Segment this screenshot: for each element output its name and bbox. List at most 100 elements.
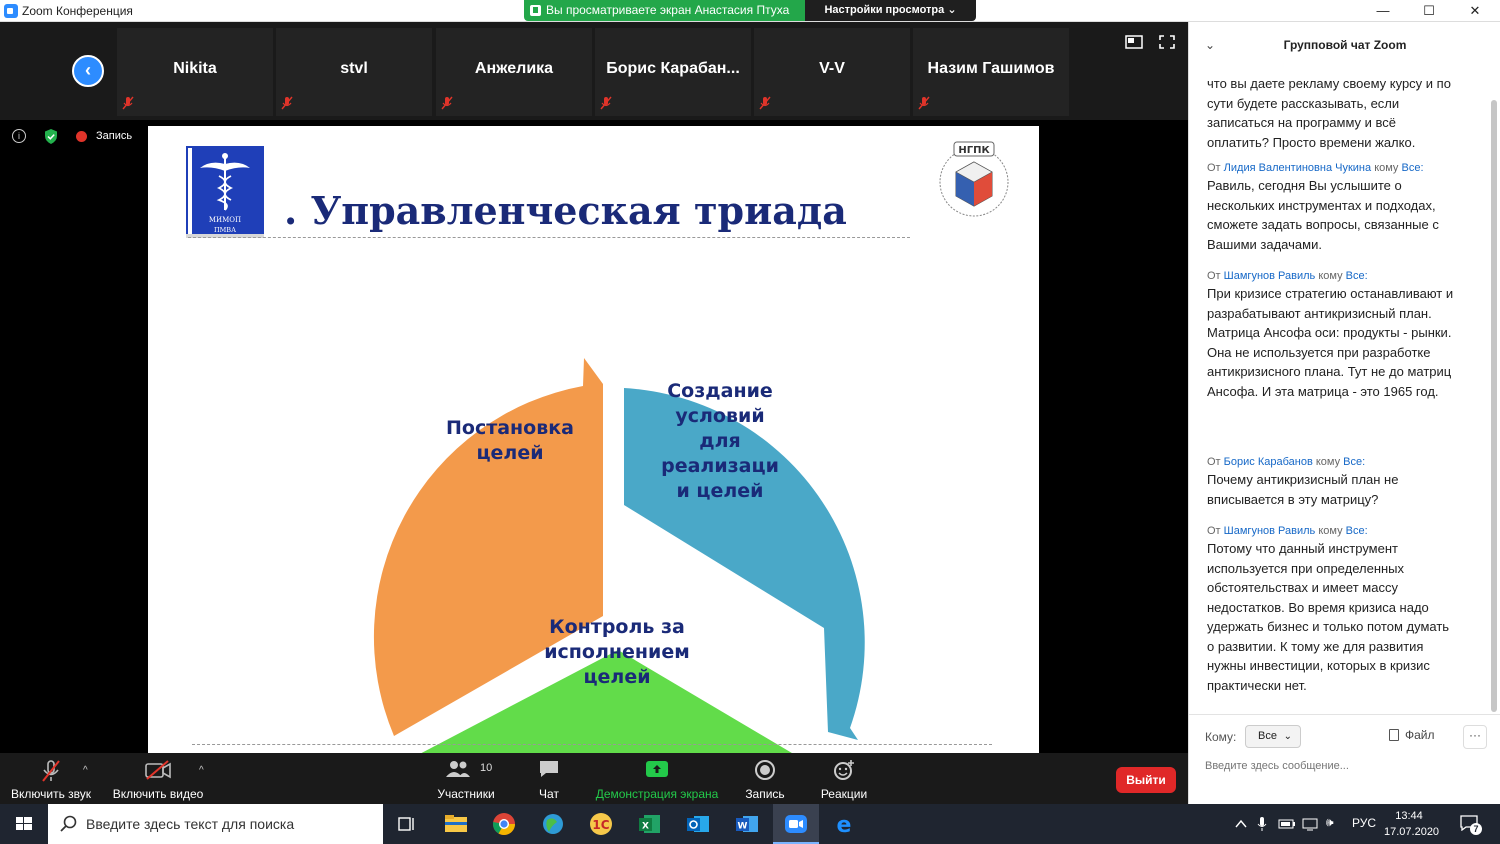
- participant-name: Борис Карабан...: [606, 60, 740, 77]
- taskbar-search-box[interactable]: Введите здесь текст для поиска: [48, 804, 383, 844]
- file-icon: [1389, 729, 1399, 741]
- windows-taskbar: Введите здесь текст для поиска 1С X W e …: [0, 804, 1500, 844]
- viewing-text: Вы просматриваете экран Анастасия Птуха: [546, 3, 790, 17]
- participant-tile[interactable]: Назим Гашимов: [913, 28, 1069, 116]
- blue-label-line-5: и целей: [676, 480, 764, 502]
- chat-label: Чат: [539, 787, 559, 801]
- minimize-button[interactable]: —: [1360, 2, 1406, 20]
- slide-title: . Управленческая триада: [284, 188, 847, 233]
- outlook-icon[interactable]: [682, 808, 714, 840]
- leave-meeting-button[interactable]: Выйти: [1116, 767, 1176, 793]
- windows-start-icon[interactable]: [0, 804, 48, 844]
- muted-mic-icon: [281, 96, 293, 110]
- audio-options-caret[interactable]: ^: [83, 765, 88, 776]
- edge-icon[interactable]: e: [828, 808, 860, 840]
- message-recipient[interactable]: Все:: [1343, 456, 1365, 468]
- participant-tile[interactable]: Анжелика: [436, 28, 592, 116]
- orange-label-line-1: Постановка: [446, 417, 574, 439]
- participant-tile[interactable]: V-V: [754, 28, 910, 116]
- participants-button[interactable]: 10 Участники: [430, 753, 502, 804]
- shield-icon[interactable]: [44, 129, 58, 144]
- chat-icon: [540, 761, 558, 777]
- battery-icon[interactable]: [1278, 818, 1296, 830]
- message-sender[interactable]: Борис Карабанов: [1224, 456, 1313, 468]
- maximize-button[interactable]: ☐: [1406, 2, 1452, 20]
- file-label: Файл: [1405, 728, 1435, 742]
- zoom-taskbar-button[interactable]: [773, 804, 819, 844]
- taskbar-clock[interactable]: 13:44 17.07.2020: [1384, 808, 1440, 840]
- chrome-icon[interactable]: [488, 808, 520, 840]
- blue-label-line-4: реализаци: [661, 455, 779, 477]
- message-text: Почему антикризисный план не вписывается…: [1207, 472, 1399, 507]
- chat-message-list: что вы даете рекламу своему курсу и по с…: [1189, 72, 1489, 722]
- taskbar-search-placeholder: Введите здесь текст для поиска: [86, 816, 295, 832]
- green-label-line-2: исполнением: [544, 641, 690, 663]
- 1c-app-icon[interactable]: 1С: [585, 808, 617, 840]
- clock-date: 17.07.2020: [1384, 826, 1440, 838]
- message-recipient[interactable]: Все:: [1346, 525, 1368, 537]
- excel-icon[interactable]: X: [634, 808, 666, 840]
- reactions-button[interactable]: Реакции: [808, 753, 880, 804]
- orange-label-line-2: целей: [476, 442, 544, 464]
- search-icon: [60, 815, 77, 832]
- chat-message: От Лидия Валентиновна Чукина кому Все: Р…: [1207, 162, 1457, 254]
- task-view-icon[interactable]: [390, 808, 422, 840]
- info-icon[interactable]: i: [12, 129, 26, 143]
- chat-header: ⌄ Групповой чат Zoom: [1189, 22, 1500, 66]
- from-prefix: От: [1207, 525, 1221, 537]
- previous-page-button[interactable]: ‹: [72, 55, 104, 87]
- message-sender[interactable]: Шамгунов Равиль: [1224, 525, 1316, 537]
- unmute-button[interactable]: Включить звук: [0, 753, 102, 804]
- clock-time: 13:44: [1395, 810, 1423, 822]
- video-off-icon: [145, 760, 171, 780]
- share-screen-button[interactable]: Демонстрация экрана: [592, 753, 722, 804]
- more-options-button[interactable]: ···: [1463, 725, 1487, 749]
- participant-tile[interactable]: stvl: [276, 28, 432, 116]
- blue-label-line-1: Создание: [667, 380, 773, 402]
- input-language[interactable]: РУС: [1352, 816, 1376, 830]
- window-title: Zoom Конференция: [22, 4, 133, 18]
- recipient-value: Все: [1258, 730, 1277, 742]
- word-icon[interactable]: W: [731, 808, 763, 840]
- chevron-up-icon[interactable]: [1234, 818, 1248, 830]
- notification-count-badge: 7: [1470, 823, 1482, 835]
- message-recipient[interactable]: Все:: [1402, 162, 1424, 174]
- book-logo-icon: МИМОП ПМВА: [186, 146, 264, 238]
- chat-scrollbar[interactable]: [1491, 100, 1497, 712]
- gallery-layout-icon[interactable]: [1125, 34, 1143, 50]
- participant-name: stvl: [340, 60, 368, 77]
- start-video-button[interactable]: Включить видео: [108, 753, 208, 804]
- close-button[interactable]: ✕: [1452, 2, 1498, 20]
- participant-tile[interactable]: Nikita: [117, 28, 273, 116]
- file-explorer-icon[interactable]: [440, 808, 472, 840]
- record-icon: [755, 760, 775, 780]
- chat-message: что вы даете рекламу своему курсу и по с…: [1207, 72, 1457, 152]
- message-sender[interactable]: Шамгунов Равиль: [1224, 270, 1316, 282]
- title-divider: [188, 237, 910, 238]
- to-word: кому: [1315, 456, 1341, 468]
- fullscreen-icon[interactable]: [1158, 34, 1176, 50]
- recipient-select[interactable]: Все ⌄: [1245, 725, 1301, 748]
- message-recipient[interactable]: Все:: [1346, 270, 1368, 282]
- microphone-icon[interactable]: [1256, 816, 1268, 832]
- recording-label: Запись: [96, 130, 133, 142]
- view-options-button[interactable]: Настройки просмотра ⌄: [805, 0, 976, 21]
- volume-icon[interactable]: 🕪: [1326, 815, 1334, 830]
- network-icon[interactable]: [1302, 817, 1318, 831]
- file-button[interactable]: Файл: [1389, 728, 1435, 742]
- chat-button[interactable]: Чат: [518, 753, 580, 804]
- reactions-label: Реакции: [820, 787, 868, 801]
- video-options-caret[interactable]: ^: [199, 765, 204, 776]
- globe-app-icon[interactable]: [537, 808, 569, 840]
- message-header: От Лидия Валентиновна Чукина кому Все:: [1207, 162, 1457, 174]
- chat-message-input[interactable]: [1205, 756, 1485, 776]
- record-button[interactable]: Запись: [734, 753, 796, 804]
- message-sender[interactable]: Лидия Валентиновна Чукина: [1224, 162, 1371, 174]
- book-text-1: МИМОП: [209, 216, 241, 224]
- participant-name: V-V: [819, 60, 845, 77]
- message-header: От Шамгунов Равиль кому Все:: [1207, 270, 1457, 282]
- notifications-button[interactable]: 7: [1460, 815, 1482, 835]
- logo-text: НГПК: [958, 145, 990, 156]
- participant-tile[interactable]: Борис Карабан...: [595, 28, 751, 116]
- blue-label-line-3: для: [699, 430, 741, 452]
